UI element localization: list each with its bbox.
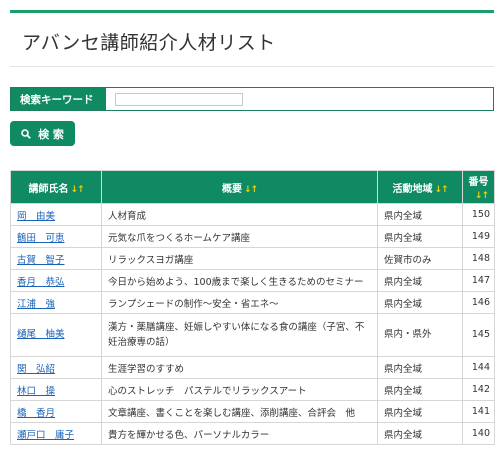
page-title: アバンセ講師紹介人材リスト [22, 32, 276, 54]
summary-cell: 貴方を輝かせる色、パーソナルカラー [101, 422, 378, 445]
area-cell: 県内全域 [377, 356, 463, 379]
table-row: 樋尾 柚美 漢方・薬膳講座、妊娠しやすい体になる食の講座（子宮、不妊治療専の話）… [10, 313, 495, 357]
column-header-name[interactable]: 講師氏名 ↓↑ [10, 170, 102, 204]
table-row: 鶴田 可恵 元気な爪をつくるホームケア講座 県内全域 149 [10, 225, 495, 248]
number-cell: 148 [462, 247, 495, 270]
header-accent-bar [10, 10, 494, 13]
table-row: 香月 恭弘 今日から始めよう、100歳まで楽しく生きるためのセミナー 県内全域 … [10, 269, 495, 292]
table-header-row: 講師氏名 ↓↑ 概要 ↓↑ 活動地域 ↓↑ 番号 ↓↑ [10, 170, 495, 204]
table-row: 林口 操 心のストレッチ パステルでリラックスアート 県内全域 142 [10, 378, 495, 401]
number-cell: 146 [462, 291, 495, 314]
lecturer-name-link[interactable]: 香月 恭弘 [17, 277, 65, 288]
title-divider [10, 66, 494, 67]
sort-arrows-icon[interactable]: ↓↑ [434, 185, 448, 195]
column-header-number[interactable]: 番号 ↓↑ [462, 170, 495, 204]
table-row: 瀬戸口 庸子 貴方を輝かせる色、パーソナルカラー 県内全域 140 [10, 422, 495, 445]
area-cell: 県内全域 [377, 291, 463, 314]
summary-cell: 今日から始めよう、100歳まで楽しく生きるためのセミナー [101, 269, 378, 292]
search-button-label: 検 索 [38, 127, 64, 141]
search-keyword-input[interactable] [115, 92, 243, 106]
table-row: 江浦 強 ランプシェードの制作～安全・省エネ～ 県内全域 146 [10, 291, 495, 314]
lecturer-name-link[interactable]: 橋 香月 [17, 408, 55, 419]
number-cell: 144 [462, 356, 495, 379]
area-cell: 県内全域 [377, 400, 463, 423]
number-cell: 150 [462, 203, 495, 226]
lecturer-table: 講師氏名 ↓↑ 概要 ↓↑ 活動地域 ↓↑ 番号 ↓↑ 岡 由美 人材育成 県内全域 1… [10, 170, 495, 445]
number-cell: 140 [462, 422, 495, 445]
search-form: 検索キーワード [10, 87, 494, 111]
summary-cell: リラックスヨガ講座 [101, 247, 378, 270]
area-cell: 県内全域 [377, 269, 463, 292]
sort-arrows-icon[interactable]: ↓↑ [70, 185, 84, 195]
lecturer-name-link[interactable]: 瀬戸口 庸子 [17, 430, 74, 441]
number-cell: 141 [462, 400, 495, 423]
search-input-cell [106, 88, 493, 110]
summary-cell: 心のストレッチ パステルでリラックスアート [101, 378, 378, 401]
summary-cell: 生涯学習のすすめ [101, 356, 378, 379]
summary-cell: 漢方・薬膳講座、妊娠しやすい体になる食の講座（子宮、不妊治療専の話） [101, 313, 378, 357]
number-cell: 145 [462, 313, 495, 357]
lecturer-name-link[interactable]: 林口 操 [17, 386, 55, 397]
table-row: 橋 香月 文章講座、書くことを楽しむ講座、添削講座、合評会 他 県内全域 141 [10, 400, 495, 423]
lecturer-name-link[interactable]: 鶴田 可恵 [17, 233, 65, 244]
lecturer-table-container: 講師氏名 ↓↑ 概要 ↓↑ 活動地域 ↓↑ 番号 ↓↑ 岡 由美 人材育成 県内全域 1… [10, 170, 495, 445]
area-cell: 佐賀市のみ [377, 247, 463, 270]
lecturer-name-link[interactable]: 樋尾 柚美 [17, 329, 65, 340]
table-row: 岡 由美 人材育成 県内全域 150 [10, 203, 495, 226]
area-cell: 県内全域 [377, 225, 463, 248]
lecturer-name-link[interactable]: 江浦 強 [17, 299, 55, 310]
number-cell: 142 [462, 378, 495, 401]
number-cell: 147 [462, 269, 495, 292]
column-header-area[interactable]: 活動地域 ↓↑ [377, 170, 463, 204]
lecturer-name-link[interactable]: 関 弘紹 [17, 364, 55, 375]
summary-cell: 人材育成 [101, 203, 378, 226]
table-row: 関 弘紹 生涯学習のすすめ 県内全域 144 [10, 356, 495, 379]
search-icon [21, 128, 31, 139]
area-cell: 県内全域 [377, 422, 463, 445]
sort-arrows-icon[interactable]: ↓↑ [469, 191, 490, 201]
area-cell: 県内全域 [377, 378, 463, 401]
sort-arrows-icon[interactable]: ↓↑ [244, 185, 258, 195]
lecturer-name-link[interactable]: 岡 由美 [17, 211, 55, 222]
lecturer-name-link[interactable]: 古賀 智子 [17, 255, 65, 266]
search-keyword-label: 検索キーワード [11, 88, 106, 110]
column-header-summary[interactable]: 概要 ↓↑ [101, 170, 378, 204]
summary-cell: 元気な爪をつくるホームケア講座 [101, 225, 378, 248]
area-cell: 県内・県外 [377, 313, 463, 357]
summary-cell: 文章講座、書くことを楽しむ講座、添削講座、合評会 他 [101, 400, 378, 423]
number-cell: 149 [462, 225, 495, 248]
search-button[interactable]: 検 索 [10, 121, 75, 146]
table-row: 古賀 智子 リラックスヨガ講座 佐賀市のみ 148 [10, 247, 495, 270]
area-cell: 県内全域 [377, 203, 463, 226]
summary-cell: ランプシェードの制作～安全・省エネ～ [101, 291, 378, 314]
